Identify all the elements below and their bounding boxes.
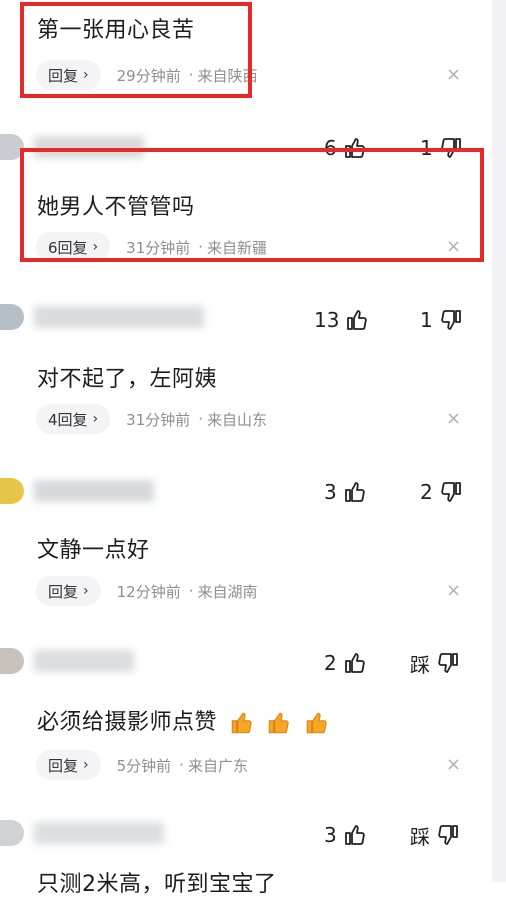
separator-dot: · — [198, 410, 204, 428]
reply-label: 4回复 — [48, 410, 88, 429]
dislike-button[interactable]: 踩 — [410, 648, 460, 678]
comment-text-wrap: 必须给摄影师点赞 — [37, 704, 330, 736]
username-blurred[interactable] — [34, 650, 134, 672]
reply-button[interactable]: 回复 › — [36, 576, 101, 606]
close-icon[interactable]: × — [446, 408, 461, 429]
dislike-button[interactable]: 1 — [420, 305, 463, 335]
thumb-down-icon — [441, 310, 461, 330]
reply-label: 回复 — [48, 756, 79, 775]
comment-text: 对不起了，左阿姨 — [37, 367, 218, 392]
comment-meta: 回复 › 5分钟前 · 来自广东 — [36, 748, 248, 782]
avatar[interactable] — [0, 648, 24, 674]
like-button[interactable]: 13 — [314, 305, 369, 335]
close-icon[interactable]: × — [446, 64, 461, 85]
username-blurred[interactable] — [34, 822, 164, 844]
dislike-label: 踩 — [410, 824, 430, 849]
comment-location: 来自广东 — [187, 756, 248, 775]
comment-text: 必须给摄影师点赞 — [37, 710, 218, 735]
thumbs-up-emoji — [268, 712, 289, 734]
comment-time: 31分钟前 — [126, 410, 191, 429]
thumb-down-icon — [441, 482, 461, 502]
like-count: 2 — [324, 651, 337, 675]
close-icon[interactable]: × — [446, 580, 461, 601]
comment-location: 来自山东 — [207, 410, 268, 429]
like-button[interactable]: 3 — [324, 820, 367, 850]
separator-dot: · — [179, 756, 184, 774]
username-blurred[interactable] — [34, 306, 204, 328]
thumbs-up-emoji — [231, 712, 252, 734]
like-count: 3 — [324, 480, 337, 504]
thumb-up-icon — [344, 825, 365, 845]
separator-dot: · — [188, 582, 194, 600]
like-count: 3 — [324, 823, 337, 847]
dislike-button[interactable]: 踩 — [410, 820, 460, 850]
thumb-down-icon — [438, 825, 458, 845]
chevron-right-icon: › — [83, 757, 89, 773]
highlight-box — [20, 148, 484, 262]
thumb-up-icon — [344, 653, 365, 673]
comment-text: 文静一点好 — [37, 538, 150, 563]
like-count: 13 — [314, 308, 340, 332]
avatar[interactable] — [0, 304, 24, 330]
thumb-up-icon — [347, 310, 368, 330]
dislike-count: 2 — [420, 480, 433, 504]
comment-text-partial: 只测2米高，听到宝宝了 — [37, 872, 277, 897]
comment-location: 来自湖南 — [197, 582, 258, 601]
thumb-up-icon — [344, 482, 365, 502]
thumbs-up-emoji — [306, 712, 327, 734]
comment-time: 5分钟前 — [116, 756, 172, 775]
reply-button[interactable]: 4回复 › — [36, 404, 111, 434]
like-button[interactable]: 3 — [324, 477, 367, 507]
chevron-right-icon: › — [92, 411, 99, 427]
close-icon[interactable]: × — [446, 754, 461, 775]
dislike-button[interactable]: 2 — [420, 477, 463, 507]
dislike-label: 踩 — [410, 652, 430, 677]
scrollbar-track[interactable] — [492, 0, 506, 882]
comment-meta: 4回复 › 31分钟前 · 来自山东 — [36, 402, 267, 436]
chevron-right-icon: › — [83, 583, 89, 599]
like-button[interactable]: 2 — [324, 648, 367, 678]
username-blurred[interactable] — [34, 480, 154, 502]
avatar[interactable] — [0, 478, 24, 504]
thumb-down-icon — [438, 653, 458, 673]
highlight-box — [20, 2, 252, 98]
comment-meta: 回复 › 12分钟前 · 来自湖南 — [36, 574, 258, 608]
comment-time: 12分钟前 — [116, 582, 181, 601]
reply-label: 回复 — [48, 582, 79, 601]
avatar[interactable] — [0, 820, 24, 846]
reply-button[interactable]: 回复 › — [36, 750, 101, 780]
dislike-count: 1 — [420, 308, 433, 332]
